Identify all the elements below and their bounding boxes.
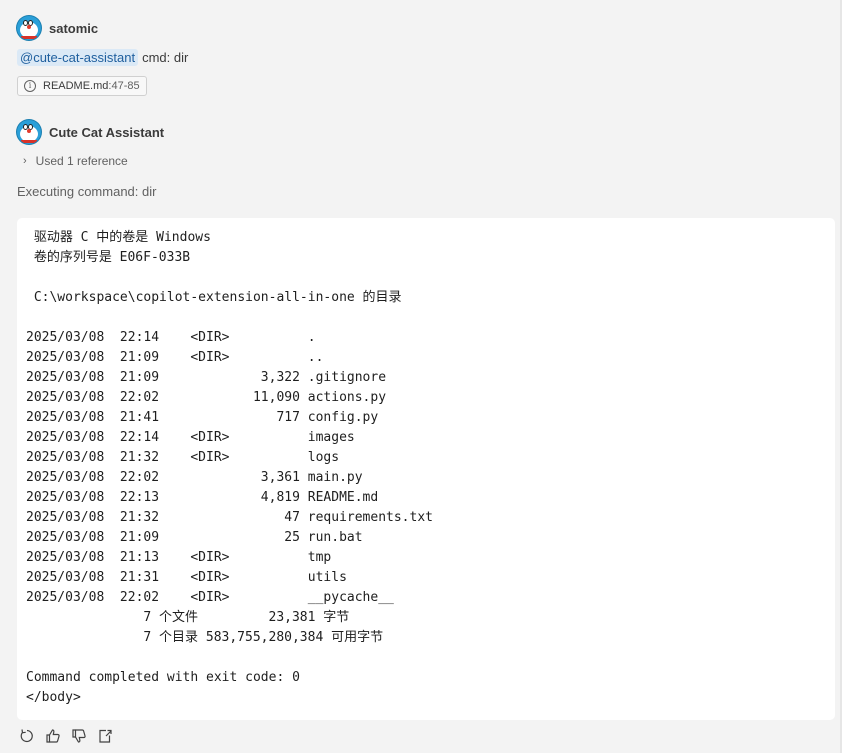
retry-icon[interactable]	[19, 728, 35, 744]
prompt-text: cmd: dir	[142, 50, 189, 65]
output-line: 2025/03/08 22:14 <DIR> .	[26, 330, 316, 345]
output-line: 2025/03/08 22:13 4,819 README.md	[26, 490, 379, 505]
used-references-label: Used 1 reference	[35, 154, 128, 168]
agent-mention[interactable]: @cute-cat-assistant	[17, 49, 139, 66]
assistant-avatar	[17, 120, 41, 144]
output-line: 卷的序列号是 E06F-033B	[26, 250, 191, 265]
reference-file: README.md	[43, 80, 109, 92]
output-line: 2025/03/08 21:31 <DIR> utils	[26, 570, 347, 585]
info-icon: i	[24, 80, 36, 92]
output-line: 2025/03/08 21:09 3,322 .gitignore	[26, 370, 387, 385]
chat-panel: satomic @cute-cat-assistant cmd: dir i R…	[0, 0, 842, 753]
output-line: 驱动器 C 中的卷是 Windows	[26, 230, 211, 245]
output-line: 7 个目录 583,755,280,384 可用字节	[26, 630, 384, 645]
output-line: 7 个文件 23,381 字节	[26, 610, 350, 625]
thumbs-up-icon[interactable]	[45, 728, 61, 744]
assistant-message-header: Cute Cat Assistant	[17, 119, 164, 145]
command-output-block: 驱动器 C 中的卷是 Windows 卷的序列号是 E06F-033B C:\w…	[17, 218, 835, 720]
output-line: </body>	[26, 690, 81, 705]
user-message-header: satomic	[17, 15, 98, 41]
reference-lines: :47-85	[108, 80, 140, 92]
output-line: 2025/03/08 21:09 <DIR> ..	[26, 350, 324, 365]
user-name: satomic	[49, 20, 99, 36]
output-line: 2025/03/08 22:02 11,090 actions.py	[26, 390, 387, 405]
output-line: Command completed with exit code: 0	[26, 670, 300, 685]
user-prompt: @cute-cat-assistant cmd: dir	[17, 49, 188, 66]
insert-into-new-file-icon[interactable]	[97, 728, 113, 744]
output-line: 2025/03/08 22:02 3,361 main.py	[26, 470, 363, 485]
output-line: C:\workspace\copilot-extension-all-in-on…	[26, 290, 402, 305]
reference-chip[interactable]: i README.md:47-85	[17, 76, 147, 96]
thumbs-down-icon[interactable]	[71, 728, 87, 744]
used-references-toggle[interactable]: › Used 1 reference	[23, 154, 128, 168]
output-line: 2025/03/08 22:14 <DIR> images	[26, 430, 355, 445]
executing-status: Executing command: dir	[17, 184, 157, 199]
assistant-name: Cute Cat Assistant	[49, 124, 165, 140]
output-line: 2025/03/08 21:32 <DIR> logs	[26, 450, 340, 465]
response-actions	[19, 728, 123, 744]
output-line: 2025/03/08 21:41 717 config.py	[26, 410, 379, 425]
chevron-right-icon: ›	[23, 155, 27, 167]
output-line: 2025/03/08 21:09 25 run.bat	[26, 530, 363, 545]
output-line: 2025/03/08 21:13 <DIR> tmp	[26, 550, 332, 565]
output-line: 2025/03/08 21:32 47 requirements.txt	[26, 510, 433, 525]
avatar	[17, 16, 41, 40]
output-line: 2025/03/08 22:02 <DIR> __pycache__	[26, 590, 394, 605]
